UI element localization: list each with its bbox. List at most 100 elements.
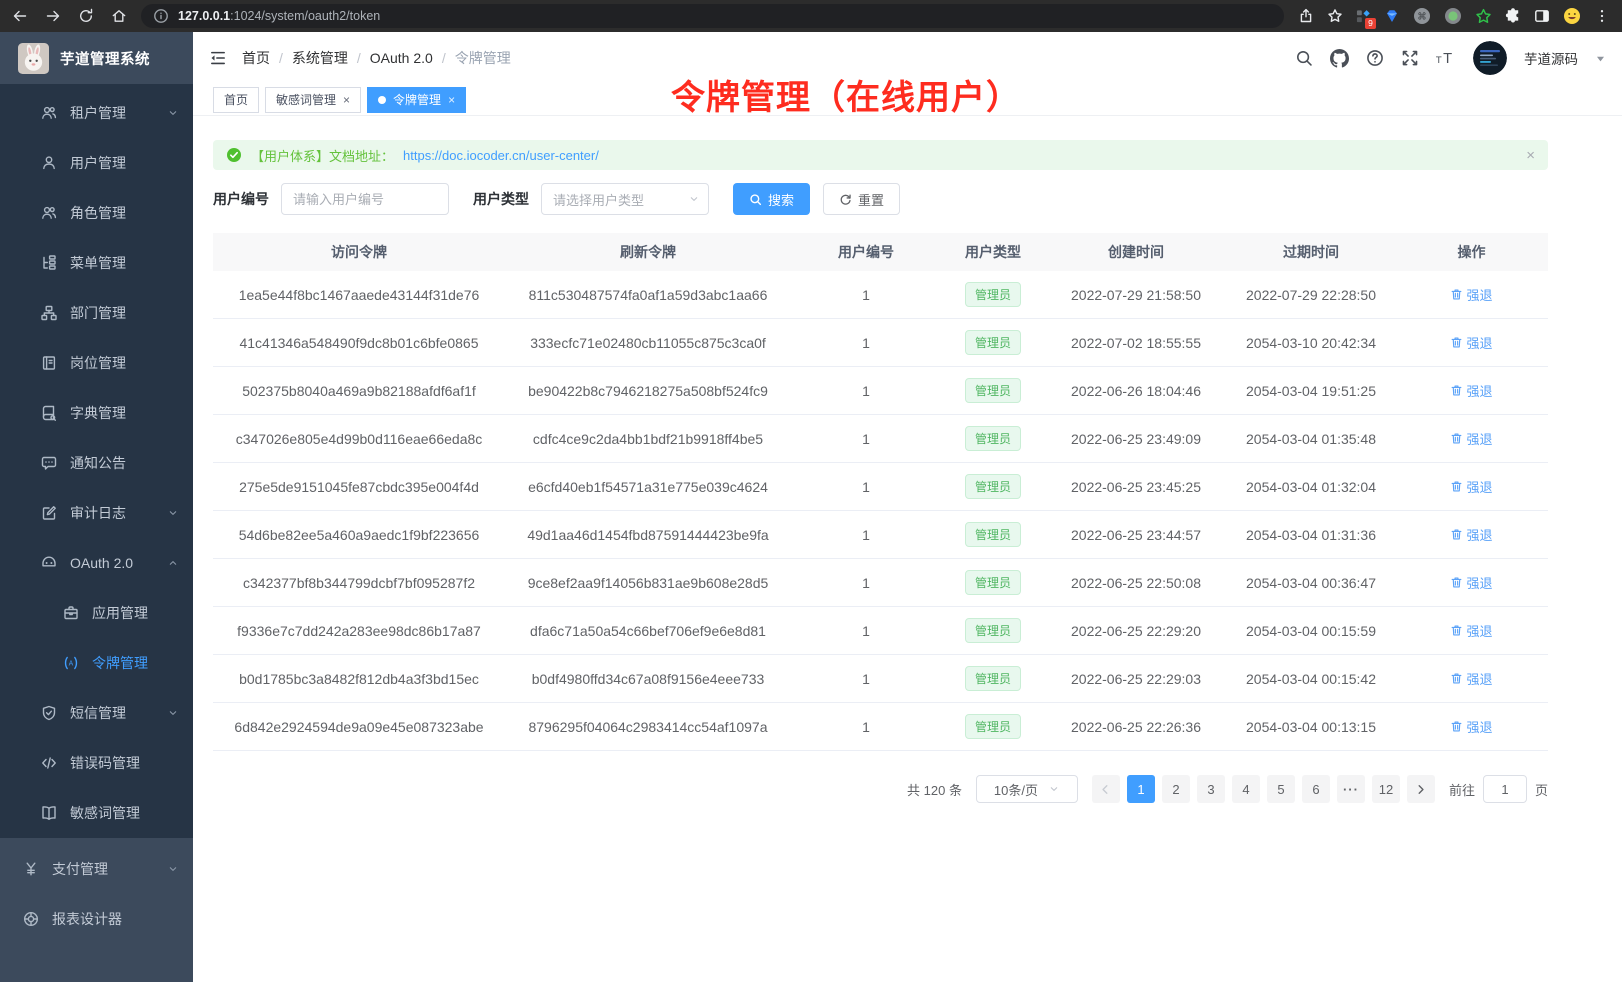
user-type-placeholder: 请选择用户类型 [553, 190, 644, 209]
sidebar-item-11[interactable]: A令牌管理 [0, 638, 193, 688]
cell-create-time: 2022-06-25 23:45:25 [1045, 479, 1227, 495]
breadcrumb-item-2[interactable]: OAuth 2.0 [370, 50, 433, 66]
sidebar-item-10[interactable]: 应用管理 [0, 588, 193, 638]
tab-0[interactable]: 首页 [213, 87, 259, 113]
browser-forward-icon[interactable] [45, 8, 61, 24]
bookmark-star-icon[interactable] [1327, 8, 1343, 24]
browser-home-icon[interactable] [111, 8, 127, 24]
username[interactable]: 芋道源码 [1524, 48, 1578, 68]
tab-close-icon[interactable]: × [343, 93, 350, 107]
reset-button[interactable]: 重置 [823, 183, 900, 215]
browser-back-icon[interactable] [12, 8, 28, 24]
gem-extension-icon[interactable] [1384, 8, 1400, 24]
alert-close-icon[interactable]: × [1526, 147, 1535, 164]
sidebar-item-14[interactable]: 敏感词管理 [0, 788, 193, 838]
force-logout-button[interactable]: 强退 [1450, 429, 1492, 448]
sidebar-item-8[interactable]: 审计日志 [0, 488, 193, 538]
sidebar-item-9[interactable]: OAuth 2.0 [0, 538, 193, 588]
emoji-profile-icon[interactable] [1563, 7, 1581, 25]
force-logout-button[interactable]: 强退 [1450, 669, 1492, 688]
cell-refresh-token: e6cfd40eb1f54571a31e775e039c4624 [505, 479, 791, 495]
sidebar-item-2[interactable]: 角色管理 [0, 188, 193, 238]
green-star-extension-icon[interactable] [1475, 8, 1492, 25]
cell-access-token: 54d6be82ee5a460a9aedc1f9bf223656 [213, 527, 505, 543]
help-icon[interactable] [1366, 49, 1384, 67]
force-logout-button[interactable]: 强退 [1450, 573, 1492, 592]
force-logout-button[interactable]: 强退 [1450, 333, 1492, 352]
user-caret-down-icon[interactable] [1595, 53, 1606, 64]
command-circle-extension-icon[interactable]: ⌘ [1413, 7, 1431, 25]
user-type-badge: 管理员 [965, 426, 1021, 451]
sidebar-item-4[interactable]: 部门管理 [0, 288, 193, 338]
force-logout-button[interactable]: 强退 [1450, 621, 1492, 640]
chevron-down-icon [688, 193, 700, 205]
sidebar-item-5[interactable]: 岗位管理 [0, 338, 193, 388]
page-button-1[interactable]: 1 [1127, 775, 1155, 803]
force-logout-button[interactable]: 强退 [1450, 285, 1492, 304]
force-logout-button[interactable]: 强退 [1450, 477, 1492, 496]
sidebar-item-13[interactable]: 错误码管理 [0, 738, 193, 788]
cell-access-token: c342377bf8b344799dcbf7bf095287f2 [213, 575, 505, 591]
share-icon[interactable] [1298, 8, 1314, 24]
cell-actions: 强退 [1395, 333, 1548, 352]
sidebar-item-label: 应用管理 [92, 603, 148, 623]
sidebar-item-7[interactable]: 通知公告 [0, 438, 193, 488]
site-info-icon[interactable] [153, 8, 169, 24]
goto-page: 前往 页 [1449, 775, 1548, 803]
sidebar-item-label: 通知公告 [70, 453, 126, 473]
record-circle-extension-icon[interactable] [1444, 7, 1462, 25]
force-logout-button[interactable]: 强退 [1450, 525, 1492, 544]
sidebar-item-0[interactable]: 租户管理 [0, 88, 193, 138]
side-panel-icon[interactable] [1534, 8, 1550, 24]
pager-ellipsis[interactable]: ··· [1337, 775, 1365, 803]
sidebar-item-16[interactable]: 报表设计器 [0, 894, 193, 944]
cell-user-id: 1 [791, 287, 941, 303]
browser-menu-icon[interactable] [1594, 8, 1610, 24]
tab-close-icon[interactable]: × [448, 93, 455, 107]
sidebar-item-15[interactable]: 支付管理 [0, 844, 193, 894]
sidebar-item-1[interactable]: 用户管理 [0, 138, 193, 188]
cell-expire-time: 2054-03-04 00:13:15 [1227, 719, 1395, 735]
force-logout-button[interactable]: 强退 [1450, 717, 1492, 736]
breadcrumb-item-0[interactable]: 首页 [242, 48, 270, 68]
user-id-input[interactable] [281, 183, 449, 215]
prev-page-button[interactable] [1092, 775, 1120, 803]
cell-user-type: 管理员 [941, 666, 1045, 691]
user-type-select[interactable]: 请选择用户类型 [541, 183, 709, 215]
table-header: 访问令牌刷新令牌用户编号用户类型创建时间过期时间操作 [213, 233, 1548, 271]
page-button-3[interactable]: 3 [1197, 775, 1225, 803]
address-bar[interactable]: 127.0.0.1:1024/system/oauth2/token [141, 4, 1284, 28]
page-button-5[interactable]: 5 [1267, 775, 1295, 803]
alert-doc-link[interactable]: https://doc.iocoder.cn/user-center/ [403, 148, 599, 163]
github-icon[interactable] [1330, 49, 1349, 68]
avatar[interactable] [1473, 41, 1507, 75]
font-size-icon[interactable]: TT [1436, 50, 1456, 67]
breadcrumb-item-1[interactable]: 系统管理 [292, 48, 348, 68]
puzzle-extensions-icon[interactable] [1505, 8, 1521, 24]
fullscreen-icon[interactable] [1401, 49, 1419, 67]
page-button-6[interactable]: 6 [1302, 775, 1330, 803]
browser-extension-area: 9 ⌘ [1298, 7, 1610, 25]
sidebar-item-12[interactable]: 短信管理 [0, 688, 193, 738]
extensions-icon[interactable]: 9 [1356, 9, 1371, 24]
sidebar-fold-icon[interactable] [209, 49, 227, 67]
page-button-12[interactable]: 12 [1372, 775, 1400, 803]
page-button-2[interactable]: 2 [1162, 775, 1190, 803]
tab-2[interactable]: 令牌管理× [367, 87, 466, 113]
browser-reload-icon[interactable] [78, 8, 94, 24]
search-button[interactable]: 搜索 [733, 183, 810, 215]
sidebar-item-6[interactable]: 字典管理 [0, 388, 193, 438]
page-button-4[interactable]: 4 [1232, 775, 1260, 803]
users-icon [40, 205, 57, 221]
search-icon[interactable] [1295, 49, 1313, 67]
next-page-button[interactable] [1407, 775, 1435, 803]
tab-1[interactable]: 敏感词管理 × [265, 87, 361, 113]
force-logout-button[interactable]: 强退 [1450, 381, 1492, 400]
page-size-select[interactable]: 10条/页 [976, 775, 1078, 803]
cell-user-type: 管理员 [941, 330, 1045, 355]
tab-label: 敏感词管理 [276, 91, 336, 108]
cell-user-id: 1 [791, 719, 941, 735]
app-logo[interactable]: 芋道管理系统 [0, 32, 193, 84]
sidebar-item-3[interactable]: 菜单管理 [0, 238, 193, 288]
goto-page-input[interactable] [1483, 775, 1527, 803]
